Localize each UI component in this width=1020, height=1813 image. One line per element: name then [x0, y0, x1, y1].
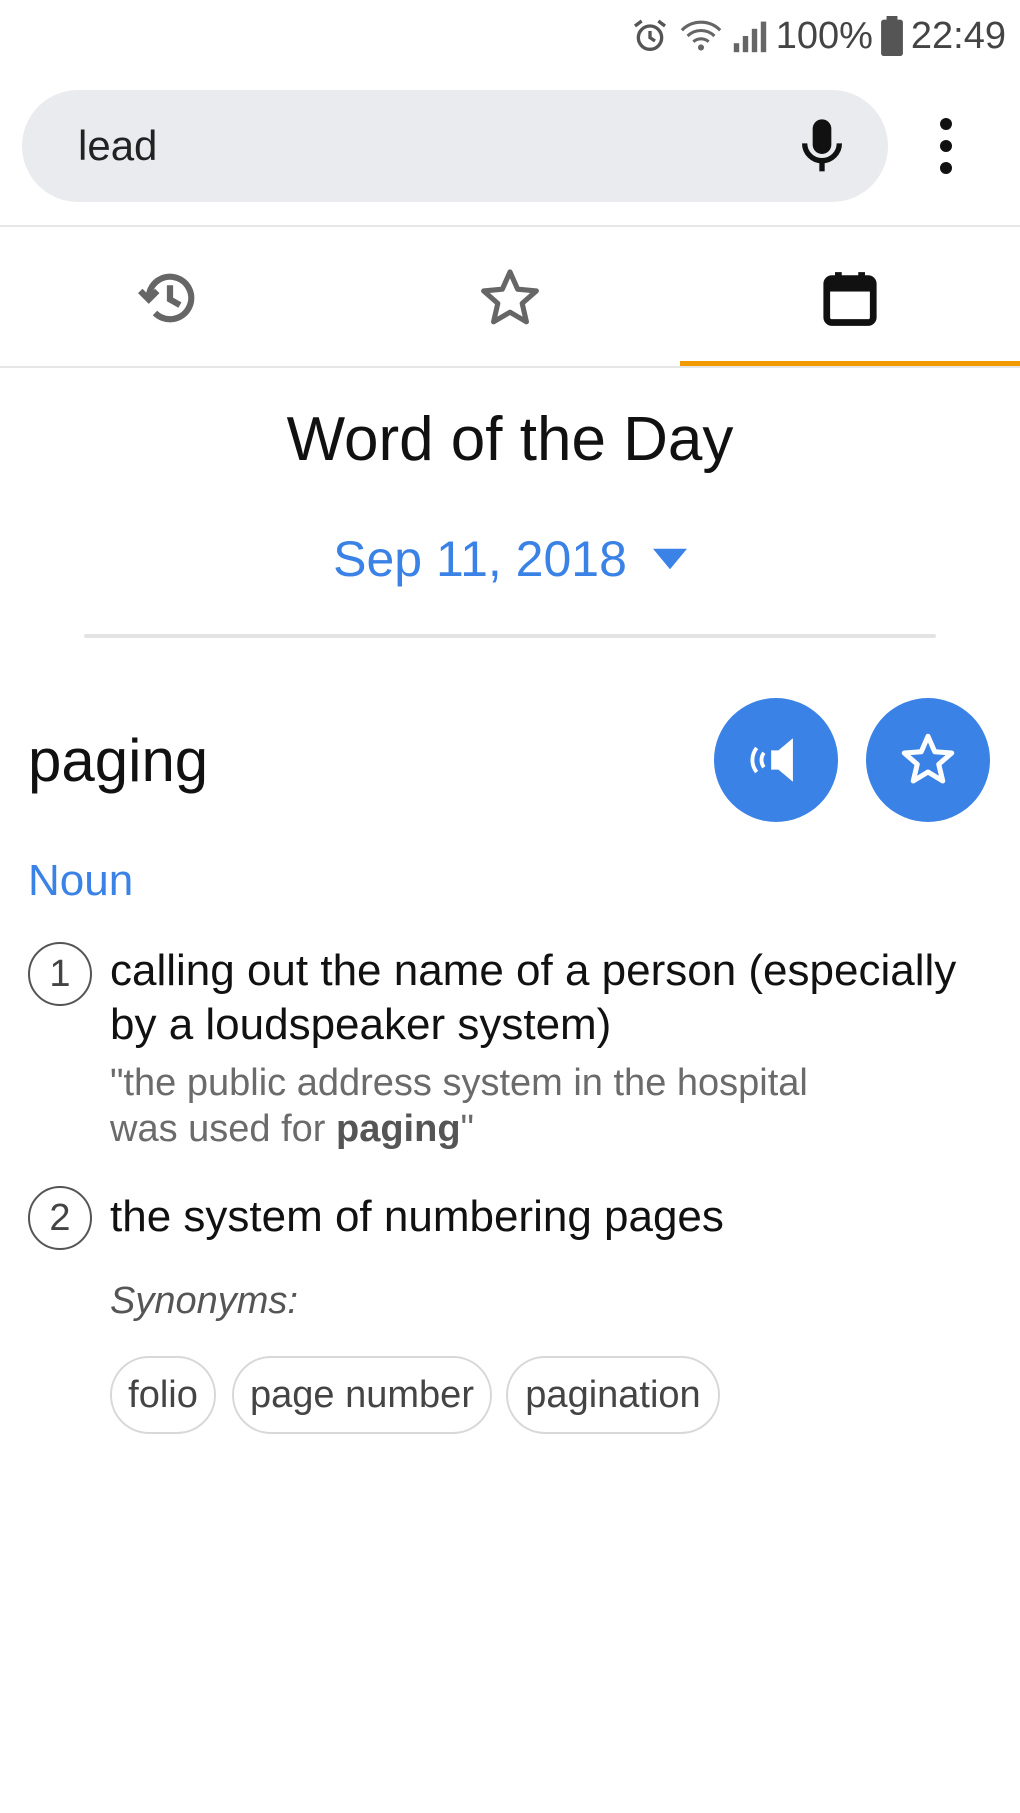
definition-text: calling out the name of a person (especi…: [110, 944, 956, 1052]
example-sentence: "the public address system in the hospit…: [110, 1060, 808, 1152]
example-highlight: paging: [336, 1108, 461, 1150]
example-text: ": [460, 1108, 475, 1150]
speaker-icon: [750, 738, 793, 782]
example-line: "the public address system in the hospit…: [110, 1062, 808, 1104]
star-icon: [901, 733, 955, 784]
status-bar: 100% 22:49: [0, 0, 1020, 72]
date-selector[interactable]: Sep 11, 2018: [0, 530, 1020, 588]
definition-text: the system of numbering pages: [110, 1192, 724, 1241]
synonym-chip[interactable]: page number: [232, 1356, 492, 1434]
divider: [0, 225, 1020, 227]
search-bar[interactable]: [22, 90, 888, 202]
battery-percentage: 100%: [775, 14, 873, 57]
pronounce-button[interactable]: [714, 698, 838, 822]
synonym-chip[interactable]: pagination: [506, 1356, 720, 1434]
history-icon: [138, 273, 195, 323]
battery-icon: [880, 16, 903, 56]
page-title: Word of the Day: [286, 405, 734, 474]
calendar-icon: [823, 272, 877, 326]
synonyms-label: Synonyms:: [110, 1280, 298, 1322]
synonym-chip[interactable]: folio: [110, 1356, 216, 1434]
entry-word: paging: [28, 727, 209, 794]
alarm-icon: [633, 19, 666, 52]
definition-number: 2: [28, 1186, 92, 1250]
search-input[interactable]: [78, 118, 718, 174]
part-of-speech: Noun: [28, 856, 134, 905]
definition-number: 1: [28, 942, 92, 1006]
more-options-icon[interactable]: [922, 114, 970, 178]
example-text: was used for: [110, 1108, 336, 1150]
microphone-icon[interactable]: [790, 114, 854, 178]
definition-line: by a loudspeaker system): [110, 1000, 612, 1049]
definition-line: calling out the name of a person (especi…: [110, 946, 957, 995]
divider: [0, 366, 1020, 368]
wifi-icon: [680, 20, 721, 51]
tab-favorites[interactable]: [340, 230, 680, 366]
date-label[interactable]: Sep 11, 2018: [333, 530, 627, 588]
star-icon: [481, 269, 539, 325]
tab-history[interactable]: [0, 230, 340, 366]
favorite-button[interactable]: [866, 698, 990, 822]
signal-icon: [733, 21, 766, 53]
dropdown-arrow-icon[interactable]: [652, 548, 687, 570]
tab-word-of-the-day[interactable]: [680, 230, 1020, 366]
divider: [84, 634, 936, 638]
clock: 22:49: [910, 14, 1006, 57]
example-line: was used for paging": [110, 1106, 808, 1152]
